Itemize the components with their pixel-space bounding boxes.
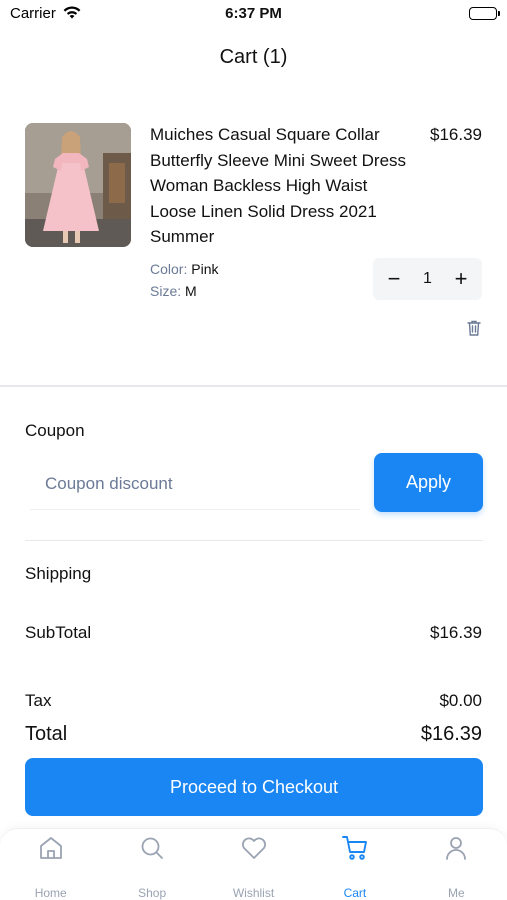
coupon-title: Coupon [25,421,85,440]
color-value: Pink [191,261,219,277]
home-icon [38,833,64,863]
quantity-stepper: − 1 + [373,258,482,300]
tab-me[interactable]: Me [406,829,507,900]
trash-icon[interactable] [466,319,482,342]
page-title: Cart (1) [219,46,288,68]
coupon-divider [25,540,483,541]
subtotal-value: $16.39 [430,623,482,642]
heart-icon [240,833,268,863]
apply-coupon-button[interactable]: Apply [374,453,483,512]
tab-bar: Home Shop Wishlist Cart Me [0,828,507,900]
tab-cart-label: Cart [343,886,367,900]
tax-label: Tax [25,691,52,710]
product-name[interactable]: Muiches Casual Square Collar Butterfly S… [150,122,418,250]
tab-me-label: Me [447,886,465,900]
cart-icon [341,833,369,863]
tax-value: $0.00 [439,691,482,710]
tab-cart[interactable]: Cart [304,829,405,900]
size-label: Size: [150,283,182,299]
increase-quantity-button[interactable]: + [452,268,470,290]
battery-icon [469,7,500,20]
total-value: $16.39 [420,723,482,745]
subtotal-label: SubTotal [25,623,92,642]
product-color: Color: Pink [150,261,218,277]
coupon-input[interactable] [30,458,360,510]
search-icon [139,833,165,863]
section-divider [0,385,507,387]
color-label: Color: [150,261,188,277]
tab-home-label: Home [34,886,67,900]
quantity-value: 1 [423,270,432,287]
size-value: M [185,283,197,299]
tab-wishlist[interactable]: Wishlist [203,829,304,900]
decrease-quantity-button[interactable]: − [385,268,403,290]
product-price: $16.39 [430,125,482,144]
checkout-button[interactable]: Proceed to Checkout [25,758,483,816]
shipping-title: Shipping [25,564,92,583]
user-icon [443,833,469,863]
tab-wishlist-label: Wishlist [232,886,275,900]
tab-home[interactable]: Home [0,829,101,900]
product-image[interactable] [25,123,131,247]
total-label: Total [25,723,68,745]
status-time: 6:37 PM [225,5,282,22]
product-size: Size: M [150,283,197,299]
tab-shop-label: Shop [138,886,167,900]
tab-shop[interactable]: Shop [101,829,202,900]
status-bar: Carrier 6:37 PM [0,0,507,30]
